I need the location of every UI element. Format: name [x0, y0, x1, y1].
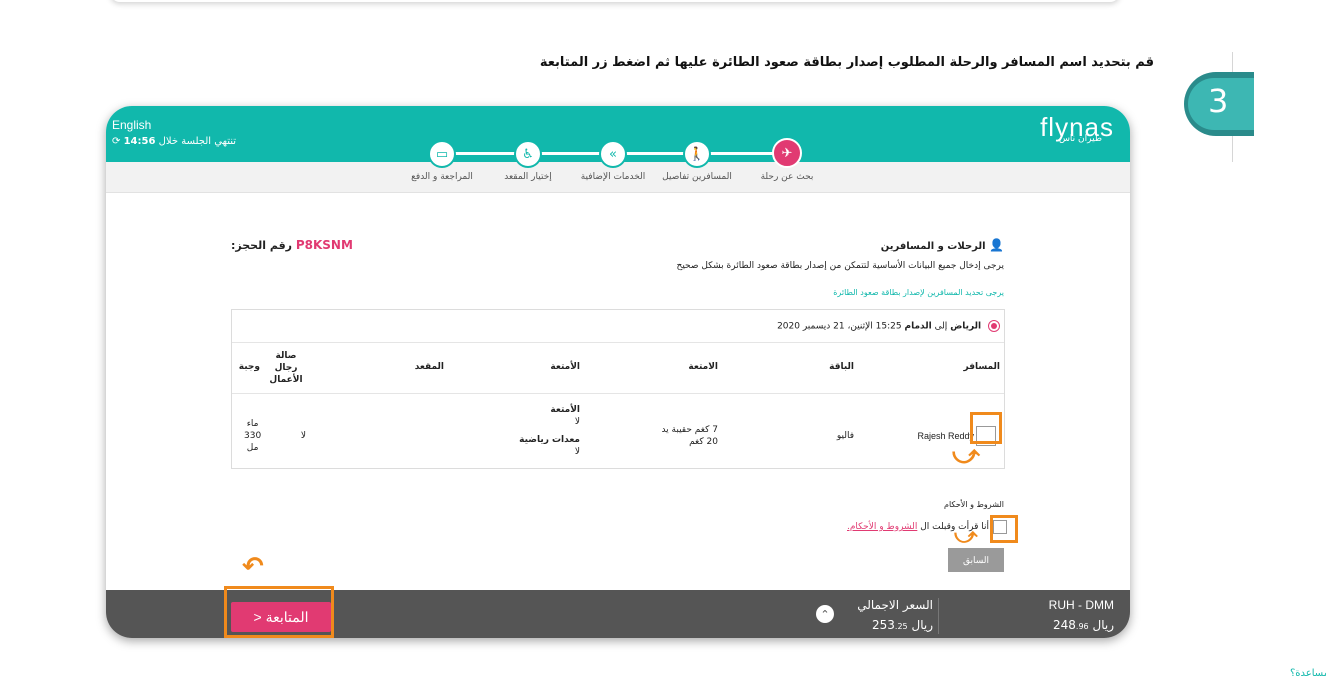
extras-title-1: الأمتعة	[550, 405, 580, 415]
flight-radio[interactable]	[988, 320, 1000, 332]
route-value: 248	[1053, 618, 1076, 632]
step-label-seat[interactable]: إختيار المقعد	[504, 172, 552, 182]
flight-card: الرياض إلى الدمام 15:25 الإثنين، 21 ديسم…	[231, 309, 1005, 469]
route-currency: ريال	[1092, 618, 1114, 632]
chevron-up-icon[interactable]: ⌃	[816, 605, 834, 623]
terms-highlight	[990, 515, 1018, 543]
user-icon: 👤	[989, 238, 1004, 252]
section-title: 👤 الرحلات و المسافرين	[881, 238, 1004, 252]
previous-card-edge	[110, 0, 1120, 2]
booking-reference: P8KSNM رقم الحجز:	[231, 238, 353, 252]
footer-divider	[938, 598, 939, 634]
step-number-badge: 3	[1184, 72, 1254, 136]
total-price-label: السعر الاجمالي	[857, 598, 933, 612]
route-code: RUH - DMM	[1048, 598, 1114, 612]
plane-icon[interactable]: ✈	[772, 138, 802, 168]
screenshot-frame: English تنتهي الجلسة خلال 14:56 ⟳ flynas…	[106, 106, 1130, 638]
col-seat: المقعد	[414, 362, 444, 372]
meal-line-2: 330	[244, 431, 262, 441]
step-number: 3	[1208, 82, 1229, 120]
extras-value: الأمتعة لا معدات رياضية لا	[519, 404, 580, 458]
step-label-search[interactable]: بحث عن رحلة	[761, 172, 814, 182]
extras-title-2: معدات رياضية	[519, 435, 580, 445]
terms-link[interactable]: الشروط و الأحكام.	[847, 522, 917, 532]
chevron-left-icon: <	[253, 608, 262, 625]
arrow-continue-icon: ↶	[242, 552, 264, 582]
col-baggage: الامتعة	[688, 362, 718, 372]
meal-value: ماء 330 مل	[244, 418, 261, 454]
col-meal: وجبة	[238, 362, 260, 372]
continue-label: المتابعة	[265, 608, 309, 625]
total-decimals: .25	[894, 622, 908, 631]
total-value: 253	[872, 618, 895, 632]
traveler-icon[interactable]: 🚶	[683, 140, 711, 168]
step-label-services[interactable]: الخدمات الإضافية	[581, 172, 646, 182]
route-decimals: .96	[1075, 622, 1089, 631]
flight-to: الدمام	[904, 321, 932, 332]
seat-icon[interactable]: ♿	[514, 140, 542, 168]
extras-value-2: لا	[574, 447, 580, 457]
refresh-icon[interactable]: ⟳	[112, 136, 120, 147]
instruction-text: قم بتحديد اسم المسافر والرحلة المطلوب إص…	[539, 55, 1154, 70]
flight-from: الرياض	[950, 321, 982, 332]
total-price: ريال 253.25	[872, 618, 933, 632]
logo-subtitle: طيران ناس	[1058, 134, 1102, 144]
total-currency: ريال	[911, 618, 933, 632]
help-link[interactable]: مساعدة؟	[1290, 668, 1326, 679]
terms-label: الشروط و الأحكام	[944, 500, 1004, 509]
section-title-text: الرحلات و المسافرين	[880, 241, 986, 252]
extras-value-1: لا	[574, 417, 580, 427]
col-bundle: الباقة	[829, 362, 854, 372]
col-passenger: المسافر	[963, 362, 1000, 372]
col-extras: الأمتعة	[550, 362, 580, 372]
baggage-value: 7 كغم حقيبة يد 20 كغم	[661, 424, 718, 448]
flight-details: 15:25 الإثنين، 21 ديسمبر 2020	[777, 321, 902, 332]
session-timer: تنتهي الجلسة خلال 14:56 ⟳	[112, 136, 236, 147]
meal-line-3: مل	[246, 443, 259, 453]
continue-button[interactable]: المتابعة <	[231, 602, 331, 632]
session-label: تنتهي الجلسة خلال	[158, 136, 237, 147]
col-lounge: صالة رجال الأعمال	[269, 351, 303, 385]
session-time: 14:56	[123, 136, 156, 147]
table-header	[232, 342, 1004, 394]
route-price: ريال 248.96	[1053, 618, 1114, 632]
flight-route[interactable]: الرياض إلى الدمام 15:25 الإثنين، 21 ديسم…	[777, 320, 1000, 332]
lounge-value: لا	[300, 431, 306, 441]
step-label-passengers[interactable]: المسافرين تفاصيل	[662, 172, 732, 182]
meal-line-1: ماء	[246, 419, 259, 429]
arrow-terms-icon: ⤻	[954, 524, 978, 549]
payment-icon[interactable]: ▭	[428, 140, 456, 168]
baggage-line-2: 20 كغم	[689, 437, 718, 447]
flight-to-word: إلى	[934, 321, 948, 332]
section-note: يرجى تحديد المسافرين لإصدار بطاقة صعود ا…	[833, 288, 1004, 297]
bundle-value: فاليو	[836, 431, 854, 441]
services-icon[interactable]: «	[599, 140, 627, 168]
baggage-line-1: 7 كغم حقيبة يد	[661, 425, 718, 435]
previous-button[interactable]: السابق	[948, 548, 1004, 572]
language-switch[interactable]: English	[112, 118, 151, 132]
booking-label: رقم الحجز:	[231, 239, 292, 252]
step-label-payment[interactable]: المراجعة و الدفع	[411, 172, 473, 182]
arrow-passenger-icon: ⤻	[952, 440, 980, 470]
booking-code: P8KSNM	[295, 238, 353, 252]
section-description: يرجى إدخال جميع البيانات الأساسية لتتمكن…	[676, 261, 1004, 271]
